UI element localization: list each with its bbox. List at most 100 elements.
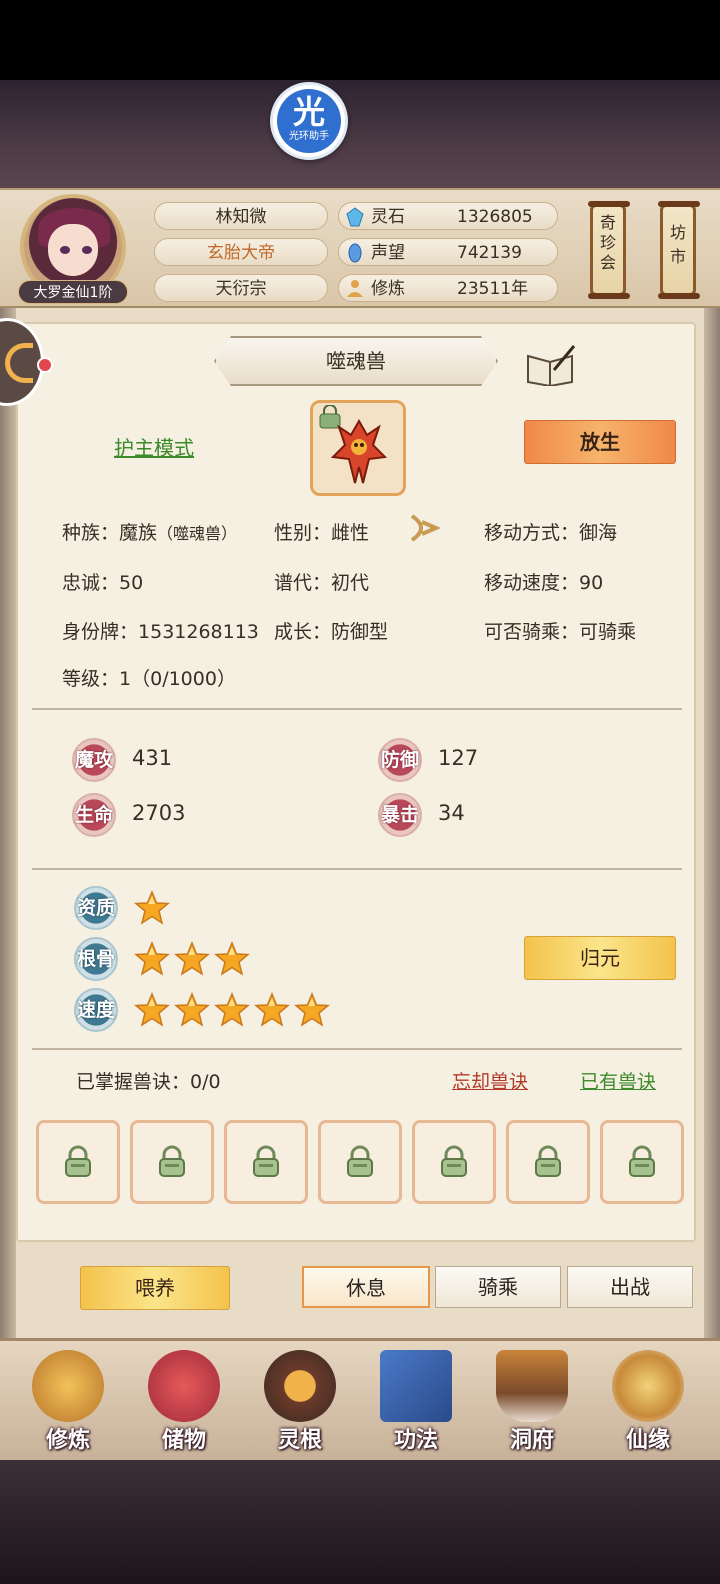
player-name: 林知微 [154, 202, 328, 230]
top-backdrop [0, 80, 720, 190]
owned-skills-link[interactable]: 已有兽诀 [580, 1067, 656, 1094]
health-value: 2703 [132, 801, 186, 825]
level-value: 1（0/1000） [119, 668, 236, 690]
race-field: 种族：魔族（噬魂兽） [62, 518, 237, 545]
star-icon [214, 941, 250, 976]
scroll-rod [588, 293, 630, 299]
treasure-market-label: 奇珍会 [599, 213, 616, 272]
aptitude-stars [134, 890, 354, 930]
star-icon [174, 992, 210, 1027]
frame-right-edge [704, 308, 720, 1338]
race-value: 魔族 [119, 522, 158, 544]
nav-technique[interactable]: 功法 [366, 1342, 466, 1454]
lock-icon [629, 1145, 655, 1177]
id-tag-field: 身份牌：1531268113 [62, 617, 259, 644]
critical-badge: 暴击 [378, 793, 422, 837]
id-tag-value: 1531268113 [138, 621, 259, 643]
bone-badge: 根骨 [74, 937, 118, 981]
avatar-eye-right [82, 246, 92, 254]
resource-label: 声望 [371, 243, 405, 263]
nav-cultivate[interactable]: 修炼 [18, 1342, 118, 1454]
resource-label: 修炼 [371, 279, 405, 299]
growth-value: 防御型 [331, 621, 389, 643]
mastered-skills-label: 已掌握兽诀：0/0 [76, 1071, 221, 1093]
bottom-backdrop [0, 1460, 720, 1584]
gender-switch-arrow-icon[interactable] [408, 512, 440, 544]
star-icon [294, 992, 330, 1027]
skill-slot[interactable] [506, 1120, 590, 1204]
star-icon [134, 992, 170, 1027]
skill-slot[interactable] [412, 1120, 496, 1204]
lock-icon [441, 1145, 467, 1177]
generation-value: 初代 [331, 572, 370, 594]
skill-slot[interactable] [130, 1120, 214, 1204]
divider [32, 1048, 682, 1050]
treasure-market-scroll[interactable]: 奇珍会 [588, 201, 630, 299]
nav-label: 洞府 [509, 1428, 554, 1453]
cultivate-icon [32, 1350, 104, 1422]
player-title: 玄胎大帝 [154, 238, 328, 266]
beast-portrait[interactable] [310, 400, 406, 496]
skill-slot[interactable] [224, 1120, 308, 1204]
guard-mode-link[interactable]: 护主模式 [114, 432, 194, 461]
feed-button[interactable]: 喂养 [80, 1266, 230, 1310]
tab-battle[interactable]: 出战 [567, 1266, 693, 1308]
resource-value: 23511年 [457, 279, 529, 299]
gender-label: 性别： [274, 522, 332, 544]
assistant-badge[interactable]: 光 光环助手 [270, 82, 348, 160]
nav-label: 功法 [393, 1428, 438, 1453]
generation-label: 谱代： [274, 572, 332, 594]
bazaar-label: 坊市 [669, 223, 686, 266]
generation-field: 谱代：初代 [274, 568, 369, 595]
star-icon [134, 941, 170, 976]
nav-cave-mansion[interactable]: 洞府 [482, 1342, 582, 1454]
resource-value: 742139 [457, 243, 522, 263]
magic-attack-value: 431 [132, 746, 173, 770]
star-icon [214, 992, 250, 1027]
nav-label: 仙缘 [625, 1428, 670, 1453]
reputation-icon [348, 243, 362, 263]
beast-name-plate: 噬魂兽 [214, 336, 498, 386]
bazaar-scroll[interactable]: 坊市 [658, 201, 700, 299]
skill-slot[interactable] [36, 1120, 120, 1204]
status-bar-area [0, 0, 720, 80]
scroll-rod [658, 293, 700, 299]
technique-book-icon [380, 1350, 452, 1422]
forget-skill-link[interactable]: 忘却兽诀 [452, 1067, 528, 1094]
bone-stars [134, 941, 354, 981]
spirit-root-icon [264, 1350, 336, 1422]
return-origin-button[interactable]: 归元 [524, 936, 676, 980]
race-subtype: （噬魂兽） [157, 524, 238, 543]
nav-fate[interactable]: 仙缘 [598, 1342, 698, 1454]
tab-ride[interactable]: 骑乘 [435, 1266, 561, 1308]
loyalty-field: 忠诚：50 [62, 568, 143, 595]
nav-spirit-root[interactable]: 灵根 [250, 1342, 350, 1454]
resource-label: 灵石 [371, 207, 405, 227]
loyalty-value: 50 [119, 572, 144, 594]
resource-cultivation: 修炼 23511年 [338, 274, 558, 302]
skill-slot[interactable] [318, 1120, 402, 1204]
book-quill-icon[interactable] [524, 344, 576, 386]
move-speed-field: 移动速度：90 [484, 568, 603, 595]
nav-storage[interactable]: 储物 [134, 1342, 234, 1454]
star-icon [134, 890, 170, 925]
assistant-badge-text: 光环助手 [289, 131, 329, 142]
resource-value: 1326805 [457, 207, 533, 227]
nav-label: 灵根 [277, 1428, 322, 1453]
divider [32, 868, 682, 870]
cultivation-icon [347, 280, 363, 297]
release-button[interactable]: 放生 [524, 420, 676, 464]
defense-value: 127 [438, 746, 479, 770]
rideable-label: 可否骑乘： [484, 621, 580, 643]
nav-label: 储物 [161, 1428, 206, 1453]
speed-badge: 速度 [74, 988, 118, 1032]
resource-reputation: 声望 742139 [338, 238, 558, 266]
lock-icon [535, 1145, 561, 1177]
helper-arc-icon [5, 343, 33, 383]
level-label: 等级： [62, 668, 120, 690]
tab-rest[interactable]: 休息 [302, 1266, 430, 1308]
divider [32, 708, 682, 710]
critical-value: 34 [438, 801, 465, 825]
skill-slot[interactable] [600, 1120, 684, 1204]
player-sect: 天衍宗 [154, 274, 328, 302]
